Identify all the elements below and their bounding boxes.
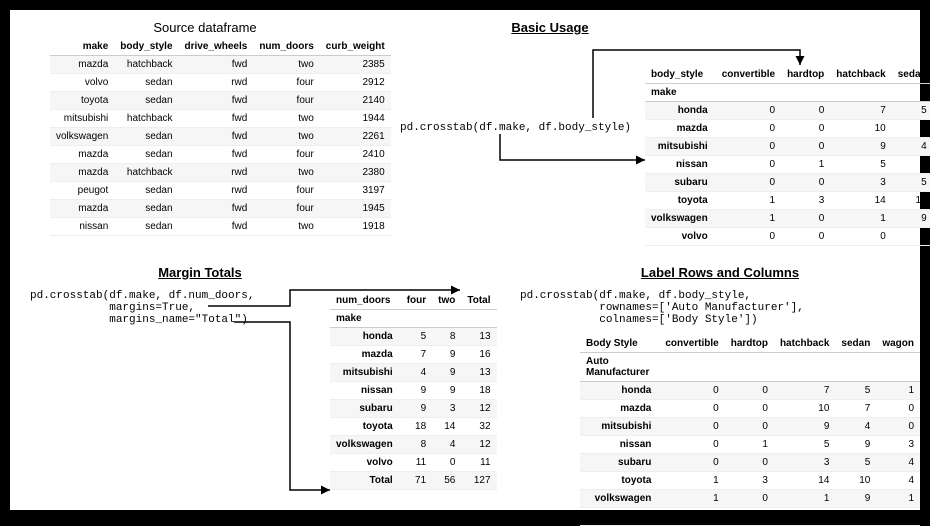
col-header: convertible <box>659 335 724 353</box>
col-header: wagon <box>876 335 920 353</box>
row-index: mitsubishi <box>580 418 659 436</box>
col-header: sedan <box>892 66 930 84</box>
col-header: two <box>432 292 461 310</box>
table-row: honda5813 <box>330 328 497 346</box>
row-index: nissan <box>645 156 716 174</box>
col-header: num_doors <box>253 38 319 56</box>
row-index: subaru <box>330 400 401 418</box>
table-row: volkswagen10191 <box>580 490 920 508</box>
table-row: toyota181432 <box>330 418 497 436</box>
col-header: Total <box>461 292 496 310</box>
table-row: toyotasedanfwdfour2140 <box>50 92 391 110</box>
row-index: volvo <box>580 508 659 526</box>
heading-basic: Basic Usage <box>490 20 610 35</box>
table-row: volkswagensedanfwdtwo2261 <box>50 128 391 146</box>
table-row: mazda001070 <box>580 400 920 418</box>
table-row: volkswagen10191 <box>645 210 930 228</box>
table-row: subaru9312 <box>330 400 497 418</box>
table-row: mazda001070 <box>645 120 930 138</box>
col-header: hatchback <box>830 66 891 84</box>
row-index: honda <box>580 382 659 400</box>
table-row: honda00751 <box>580 382 920 400</box>
row-index: nissan <box>330 382 401 400</box>
row-index: mazda <box>330 346 401 364</box>
table-row: honda00751 <box>645 102 930 120</box>
col-header: convertible <box>716 66 781 84</box>
col-header: hatchback <box>774 335 835 353</box>
source-table-wrap: makebody_styledrive_wheelsnum_doorscurb_… <box>50 38 391 236</box>
index-name: Auto Manufacturer <box>580 353 659 382</box>
row-index: mitsubishi <box>330 364 401 382</box>
row-index: subaru <box>645 174 716 192</box>
table-row: toyota1314104 <box>645 192 930 210</box>
code-basic: pd.crosstab(df.make, df.body_style) <box>400 122 631 134</box>
row-index: mitsubishi <box>645 138 716 156</box>
columns-name: num_doors <box>330 292 401 310</box>
code-margin: pd.crosstab(df.make, df.num_doors, margi… <box>30 290 254 326</box>
table-row: mazdahatchbackrwdtwo2380 <box>50 164 391 182</box>
col-header: hardtop <box>781 66 830 84</box>
table-row: mazdahatchbackfwdtwo2385 <box>50 56 391 74</box>
heading-source: Source dataframe <box>90 20 320 35</box>
table-row: peugotsedanrwdfour3197 <box>50 182 391 200</box>
table-row: volkswagen8412 <box>330 436 497 454</box>
row-index: honda <box>645 102 716 120</box>
table-row: mitsubishi4913 <box>330 364 497 382</box>
code-label: pd.crosstab(df.make, df.body_style, rown… <box>520 290 804 326</box>
table-row: toyota1314104 <box>580 472 920 490</box>
heading-margin: Margin Totals <box>140 265 260 280</box>
table-row: volvo00083 <box>580 508 920 526</box>
row-index: honda <box>330 328 401 346</box>
table-row: nissan9918 <box>330 382 497 400</box>
table-row: volvo00083 <box>645 228 930 246</box>
label-table-wrap: Body Styleconvertiblehardtophatchbacksed… <box>580 335 920 526</box>
row-index: volkswagen <box>580 490 659 508</box>
col-header: make <box>50 38 114 56</box>
table-row: Total7156127 <box>330 472 497 490</box>
row-index: mazda <box>580 400 659 418</box>
row-index: volvo <box>330 454 401 472</box>
row-index: volkswagen <box>645 210 716 228</box>
col-header: four <box>401 292 432 310</box>
row-index: toyota <box>645 192 716 210</box>
table-row: mazdasedanfwdfour1945 <box>50 200 391 218</box>
col-header: body_style <box>114 38 178 56</box>
row-index: toyota <box>330 418 401 436</box>
col-header: hardtop <box>725 335 774 353</box>
table-row: mazdasedanfwdfour2410 <box>50 146 391 164</box>
index-name: make <box>645 84 716 102</box>
heading-label: Label Rows and Columns <box>620 265 820 280</box>
index-name: make <box>330 310 401 328</box>
columns-name: body_style <box>645 66 716 84</box>
row-index: toyota <box>580 472 659 490</box>
basic-table: body_styleconvertiblehardtophatchbacksed… <box>645 66 930 246</box>
page: Source dataframe makebody_styledrive_whe… <box>10 10 920 510</box>
margin-table: num_doorsfourtwoTotalmake honda5813mazda… <box>330 292 497 490</box>
row-index: nissan <box>580 436 659 454</box>
row-index: volvo <box>645 228 716 246</box>
table-row: mazda7916 <box>330 346 497 364</box>
row-index: subaru <box>580 454 659 472</box>
columns-name: Body Style <box>580 335 659 353</box>
table-row: mitsubishi00940 <box>645 138 930 156</box>
col-header: sedan <box>835 335 876 353</box>
source-table: makebody_styledrive_wheelsnum_doorscurb_… <box>50 38 391 236</box>
margin-table-wrap: num_doorsfourtwoTotalmake honda5813mazda… <box>330 292 497 490</box>
table-row: nissansedanfwdtwo1918 <box>50 218 391 236</box>
table-row: nissan01593 <box>645 156 930 174</box>
table-row: subaru00354 <box>580 454 920 472</box>
table-row: mitsubishihatchbackfwdtwo1944 <box>50 110 391 128</box>
table-row: nissan01593 <box>580 436 920 454</box>
row-index: Total <box>330 472 401 490</box>
basic-table-wrap: body_styleconvertiblehardtophatchbacksed… <box>645 66 930 246</box>
col-header: drive_wheels <box>179 38 254 56</box>
label-table: Body Styleconvertiblehardtophatchbacksed… <box>580 335 920 526</box>
table-row: subaru00354 <box>645 174 930 192</box>
row-index: mazda <box>645 120 716 138</box>
row-index: volkswagen <box>330 436 401 454</box>
table-row: volvo11011 <box>330 454 497 472</box>
col-header: curb_weight <box>320 38 391 56</box>
table-row: mitsubishi00940 <box>580 418 920 436</box>
table-row: volvosedanrwdfour2912 <box>50 74 391 92</box>
